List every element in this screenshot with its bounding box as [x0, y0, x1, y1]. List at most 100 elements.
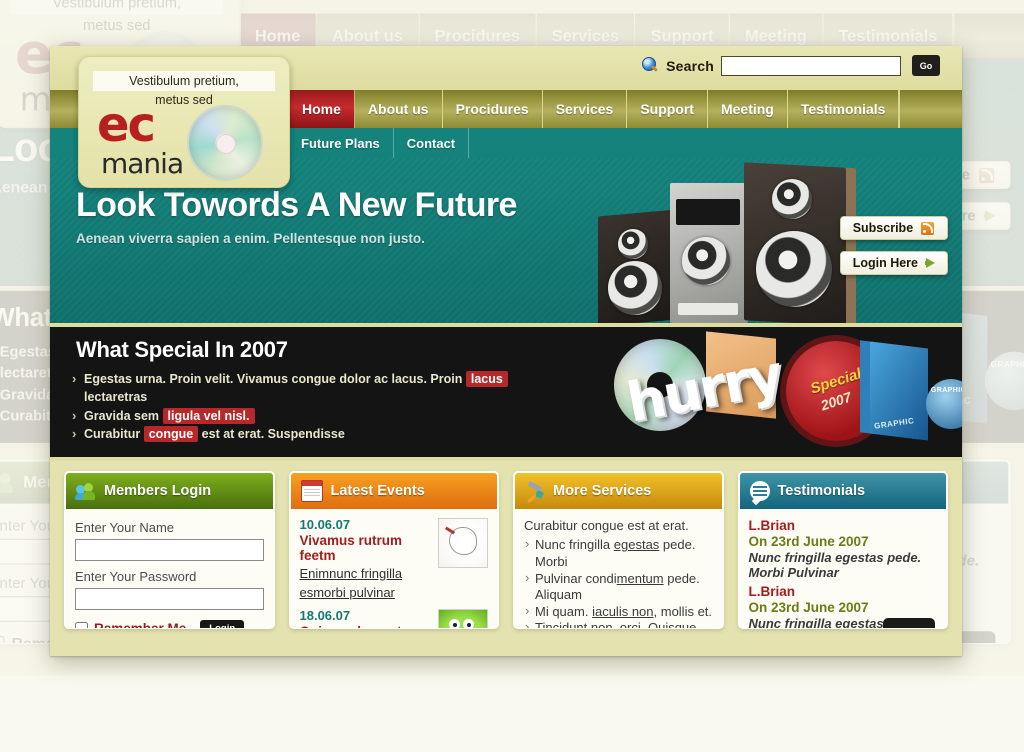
special-highlight: lacus — [465, 371, 508, 387]
nav-item-about-us[interactable]: About us — [355, 90, 443, 128]
calendar-icon — [300, 480, 323, 502]
services-list: Nunc fringilla egestas pede. Morbi Pulvi… — [524, 536, 713, 628]
promo-small-cd-label: GRAPHICS — [990, 360, 1024, 370]
stereo-speakers-image — [594, 162, 846, 323]
nav-item-future-plans[interactable]: Future Plans — [288, 128, 394, 158]
event-title: Quisque laoreet — [300, 624, 431, 628]
service-text: Mi quam. — [535, 603, 593, 619]
top-bar: Search Go — [0, 0, 1024, 14]
panels-row: Members Login Enter Your Name Enter Your… — [50, 461, 962, 629]
logo-tagline-2: metus sed — [83, 16, 151, 34]
remember-me-label: Remember Me — [94, 621, 186, 628]
users-icon — [0, 471, 14, 494]
subscribe-button[interactable]: Subscribe — [839, 216, 948, 240]
password-input[interactable] — [75, 588, 264, 610]
nav-label: About us — [367, 101, 429, 117]
event-item: 10.06.07 Vivamus rutrum feetm Enimnunc f… — [299, 517, 488, 603]
search-label: Search — [666, 57, 714, 74]
event-link[interactable]: Enimnunc fringilla — [300, 564, 431, 584]
login-here-button[interactable]: Login Here — [839, 251, 948, 275]
service-link[interactable]: egestas — [614, 537, 660, 552]
testimonial-quote: Nunc fringilla egestas pede. Morbi Pulvi… — [748, 549, 922, 581]
nav-item-support[interactable]: Support — [627, 90, 708, 128]
nav-label: Testimonials — [800, 101, 886, 117]
username-input[interactable] — [75, 539, 264, 561]
nav-filler — [953, 13, 1024, 58]
username-label: Enter Your Name — [75, 520, 175, 535]
promo-small-cd-icon: GRAPHICS — [984, 351, 1024, 411]
nav-item-testimonials[interactable]: Testimonials — [788, 90, 900, 128]
logo-brand-primary: ec — [97, 97, 156, 153]
rss-icon — [979, 167, 995, 183]
panel-members-login: Members Login Enter Your Name Enter Your… — [64, 471, 275, 629]
special-list: Egestas urna. Proin velit. Vivamus congu… — [70, 370, 570, 445]
nav-item-contact[interactable]: Contact — [394, 128, 470, 158]
service-text: Pulvinar condi — [535, 570, 617, 586]
event-thumbnail — [438, 608, 488, 628]
panel-body-more-services: Curabitur congue est at erat. Nunc fring… — [514, 510, 723, 628]
service-text: Nunc fringilla — [535, 537, 614, 553]
logo-brand-secondary: mania — [101, 147, 184, 180]
nav-label: Home — [302, 101, 341, 117]
testimonial-author: L.Brian — [748, 518, 796, 533]
special-title: What Special In 2007 — [76, 337, 288, 362]
login-submit-button[interactable]: Login — [200, 620, 245, 628]
services-intro: Curabitur congue est at erat. — [524, 518, 689, 533]
subnav-filler — [469, 128, 962, 158]
panel-header-latest-events: Latest Events — [289, 472, 499, 511]
event-date: 18.06.07 — [299, 607, 351, 623]
testimonials-more-button[interactable] — [883, 618, 935, 628]
password-label: Enter Your Password — [75, 569, 197, 584]
service-link[interactable]: mentum — [617, 571, 664, 586]
logo-tagline-1: Vestibulum pretium, — [93, 71, 275, 91]
event-link[interactable]: esmorbi pulvinar — [300, 583, 431, 603]
special-text-tail: lectaretras — [84, 389, 148, 404]
service-link[interactable]: iaculis non, — [592, 604, 657, 619]
arrow-right-icon — [925, 258, 935, 268]
testimonial-date: On 23rd June 2007 — [748, 599, 869, 615]
remember-me-checkbox[interactable] — [0, 635, 5, 643]
panel-latest-events: Latest Events 10.06.07 Vivamus rutrum fe… — [288, 471, 499, 629]
special-list-item: Egestas urna. Proin velit. Vivamus congu… — [70, 370, 570, 407]
search-go-button[interactable]: Go — [912, 55, 940, 76]
nav-item-services[interactable]: Services — [543, 90, 628, 128]
hero-headline: Look Towords A New Future — [76, 186, 517, 224]
hero-actions: Subscribe Login Here — [839, 216, 948, 275]
search-icon — [642, 57, 659, 74]
search-input[interactable] — [721, 55, 901, 76]
event-date: 10.06.07 — [299, 517, 351, 532]
nav-label: Meeting — [745, 26, 807, 46]
nav-filler — [899, 90, 962, 128]
event-text: 10.06.07 Vivamus rutrum feetm Enimnunc f… — [299, 517, 431, 603]
nav-label: Procidures — [434, 26, 521, 46]
logo-card[interactable]: Vestibulum pretium, metus sed ec mania — [78, 56, 290, 188]
nav-label: Support — [650, 26, 714, 46]
panel-testimonials: Testimonials L.Brian On 23rd June 2007 N… — [737, 471, 948, 629]
arrow-right-icon — [983, 210, 996, 222]
event-thumbnail — [438, 518, 488, 568]
tools-icon — [525, 481, 545, 504]
nav-label: Future Plans — [301, 135, 380, 151]
service-item: Mi quam. iaculis non, mollis et. — [524, 603, 713, 621]
nav-label: Procidures — [455, 101, 529, 117]
service-text-tail: mollis et. — [657, 603, 713, 619]
special-text: Curabitur — [84, 427, 144, 442]
event-title: Vivamus rutrum feetm — [299, 532, 403, 564]
nav-label: About us — [331, 26, 403, 46]
panel-title: Members Login — [104, 483, 212, 499]
nav-item-meeting[interactable]: Meeting — [708, 90, 788, 128]
panel-header-testimonials: Testimonials — [738, 472, 948, 511]
service-link[interactable]: orci. — [620, 620, 645, 628]
remember-me-row: Remember Me Login — [75, 620, 264, 628]
nav-label: Contact — [406, 135, 456, 151]
panel-title: Latest Events — [330, 483, 425, 499]
special-offer-section: What Special In 2007 Egestas urna. Proin… — [50, 327, 962, 461]
remember-me-checkbox[interactable] — [75, 622, 88, 628]
hero-subline: Aenean viverra sapien a enim. Pellentesq… — [76, 231, 425, 246]
panel-title: Testimonials — [777, 483, 866, 499]
nav-item-home[interactable]: Home — [288, 90, 355, 128]
panel-more-services: More Services Curabitur congue est at er… — [513, 471, 724, 629]
nav-item-procidures[interactable]: Procidures — [443, 90, 543, 128]
event-item: 18.06.07 Quisque laoreet Aenean viverra — [299, 607, 488, 628]
users-icon — [75, 481, 96, 501]
